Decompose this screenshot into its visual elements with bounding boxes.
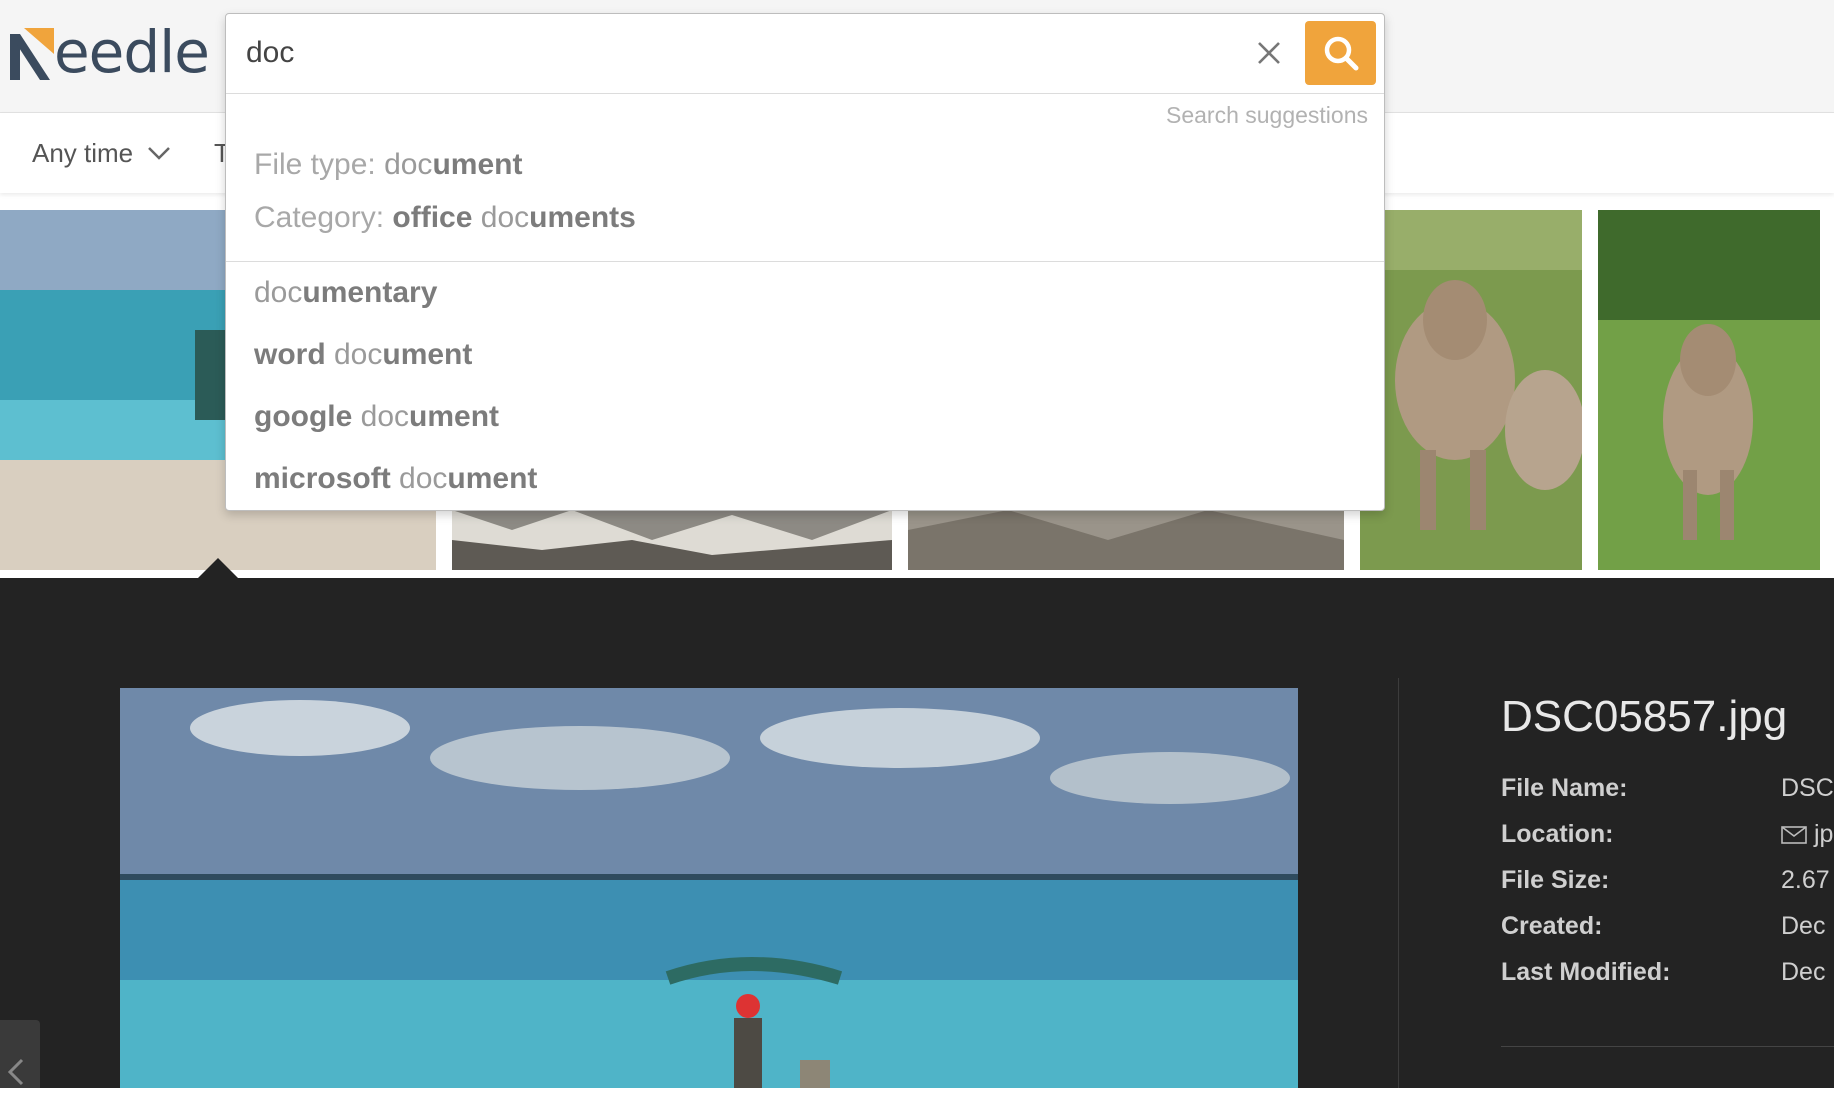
meta-label: Created: bbox=[1501, 912, 1603, 940]
close-icon bbox=[1258, 42, 1280, 64]
meta-label: File Size: bbox=[1501, 866, 1610, 894]
logo-text: eedle bbox=[54, 18, 210, 86]
search-input[interactable] bbox=[226, 14, 1246, 92]
thumbnail-cow-2[interactable] bbox=[1598, 210, 1820, 570]
meta-value: Dec bbox=[1781, 958, 1826, 986]
selected-thumbnail-pointer bbox=[198, 558, 238, 578]
meta-row-created: Created: Dec bbox=[1501, 912, 1834, 958]
search-box: Search suggestions File type: document C… bbox=[225, 13, 1385, 511]
search-suggestions-caption: Search suggestions bbox=[1165, 102, 1368, 128]
suggestion-prefix: File type: bbox=[254, 148, 385, 181]
meta-value: 2.67 bbox=[1781, 866, 1830, 894]
meta-row-file-name: File Name: DSC bbox=[1501, 774, 1834, 820]
suggestion-rest: ument bbox=[447, 462, 538, 495]
suggestion-category[interactable]: Category: office documents bbox=[254, 201, 636, 235]
suggestion-rest: ument bbox=[409, 400, 500, 433]
suggestion-rest: umentary bbox=[302, 276, 438, 309]
needle-logo-mark bbox=[10, 28, 54, 80]
metadata-divider bbox=[1501, 1046, 1834, 1047]
meta-row-file-size: File Size: 2.67 bbox=[1501, 866, 1834, 912]
suggestion-match: doc bbox=[360, 400, 410, 433]
suggestion-match: doc bbox=[399, 462, 448, 495]
time-filter-dropdown[interactable]: Any time bbox=[32, 113, 171, 193]
suggestion-item[interactable]: google document bbox=[254, 400, 499, 434]
suggestion-match: doc bbox=[480, 201, 530, 234]
location-value: jp bbox=[1813, 820, 1834, 848]
suggestion-rest: ument bbox=[382, 338, 473, 371]
time-filter-label: Any time bbox=[32, 137, 134, 168]
suggestion-lead: office bbox=[392, 201, 481, 234]
meta-label: Last Modified: bbox=[1501, 958, 1671, 986]
chevron-down-icon bbox=[148, 147, 171, 160]
file-title: DSC05857.jpg bbox=[1501, 692, 1788, 741]
suggestion-lead: microsoft bbox=[254, 462, 400, 495]
suggestion-divider bbox=[226, 261, 1384, 262]
search-button[interactable] bbox=[1305, 21, 1376, 85]
meta-row-last-modified: Last Modified: Dec bbox=[1501, 958, 1834, 1004]
suggestion-item[interactable]: microsoft document bbox=[254, 462, 537, 496]
suggestion-lead: google bbox=[254, 400, 361, 433]
meta-row-location: Location: jp bbox=[1501, 820, 1834, 866]
thumbnail-cow-1[interactable] bbox=[1360, 210, 1582, 570]
suggestion-lead: word bbox=[254, 338, 334, 371]
detail-panel: DSC05857.jpg File Name: DSC Location: jp… bbox=[0, 578, 1834, 1088]
email-icon bbox=[1781, 826, 1807, 845]
search-icon bbox=[1324, 36, 1358, 71]
suggestion-file-type[interactable]: File type: document bbox=[254, 148, 522, 182]
preview-image[interactable] bbox=[120, 688, 1298, 1088]
input-divider bbox=[226, 93, 1384, 94]
suggestion-item[interactable]: documentary bbox=[254, 276, 437, 310]
previous-image-button[interactable] bbox=[0, 1020, 40, 1088]
meta-label: File Name: bbox=[1501, 774, 1628, 802]
meta-value[interactable]: jp bbox=[1781, 820, 1833, 849]
meta-value: Dec bbox=[1781, 912, 1826, 940]
meta-value: DSC bbox=[1781, 774, 1834, 802]
suggestion-match: doc bbox=[254, 276, 303, 309]
clear-search-button[interactable] bbox=[1252, 36, 1286, 70]
suggestion-prefix: Category: bbox=[254, 201, 393, 234]
meta-label: Location: bbox=[1501, 820, 1614, 848]
suggestion-match: doc bbox=[384, 148, 433, 181]
suggestion-rest: uments bbox=[529, 201, 636, 234]
suggestion-rest: ument bbox=[432, 148, 523, 181]
detail-divider bbox=[1398, 678, 1399, 1088]
chevron-left-icon bbox=[7, 1058, 24, 1086]
suggestion-item[interactable]: word document bbox=[254, 338, 472, 372]
file-metadata: File Name: DSC Location: jp File Size: 2… bbox=[1501, 774, 1834, 1004]
suggestion-match: doc bbox=[334, 338, 383, 371]
